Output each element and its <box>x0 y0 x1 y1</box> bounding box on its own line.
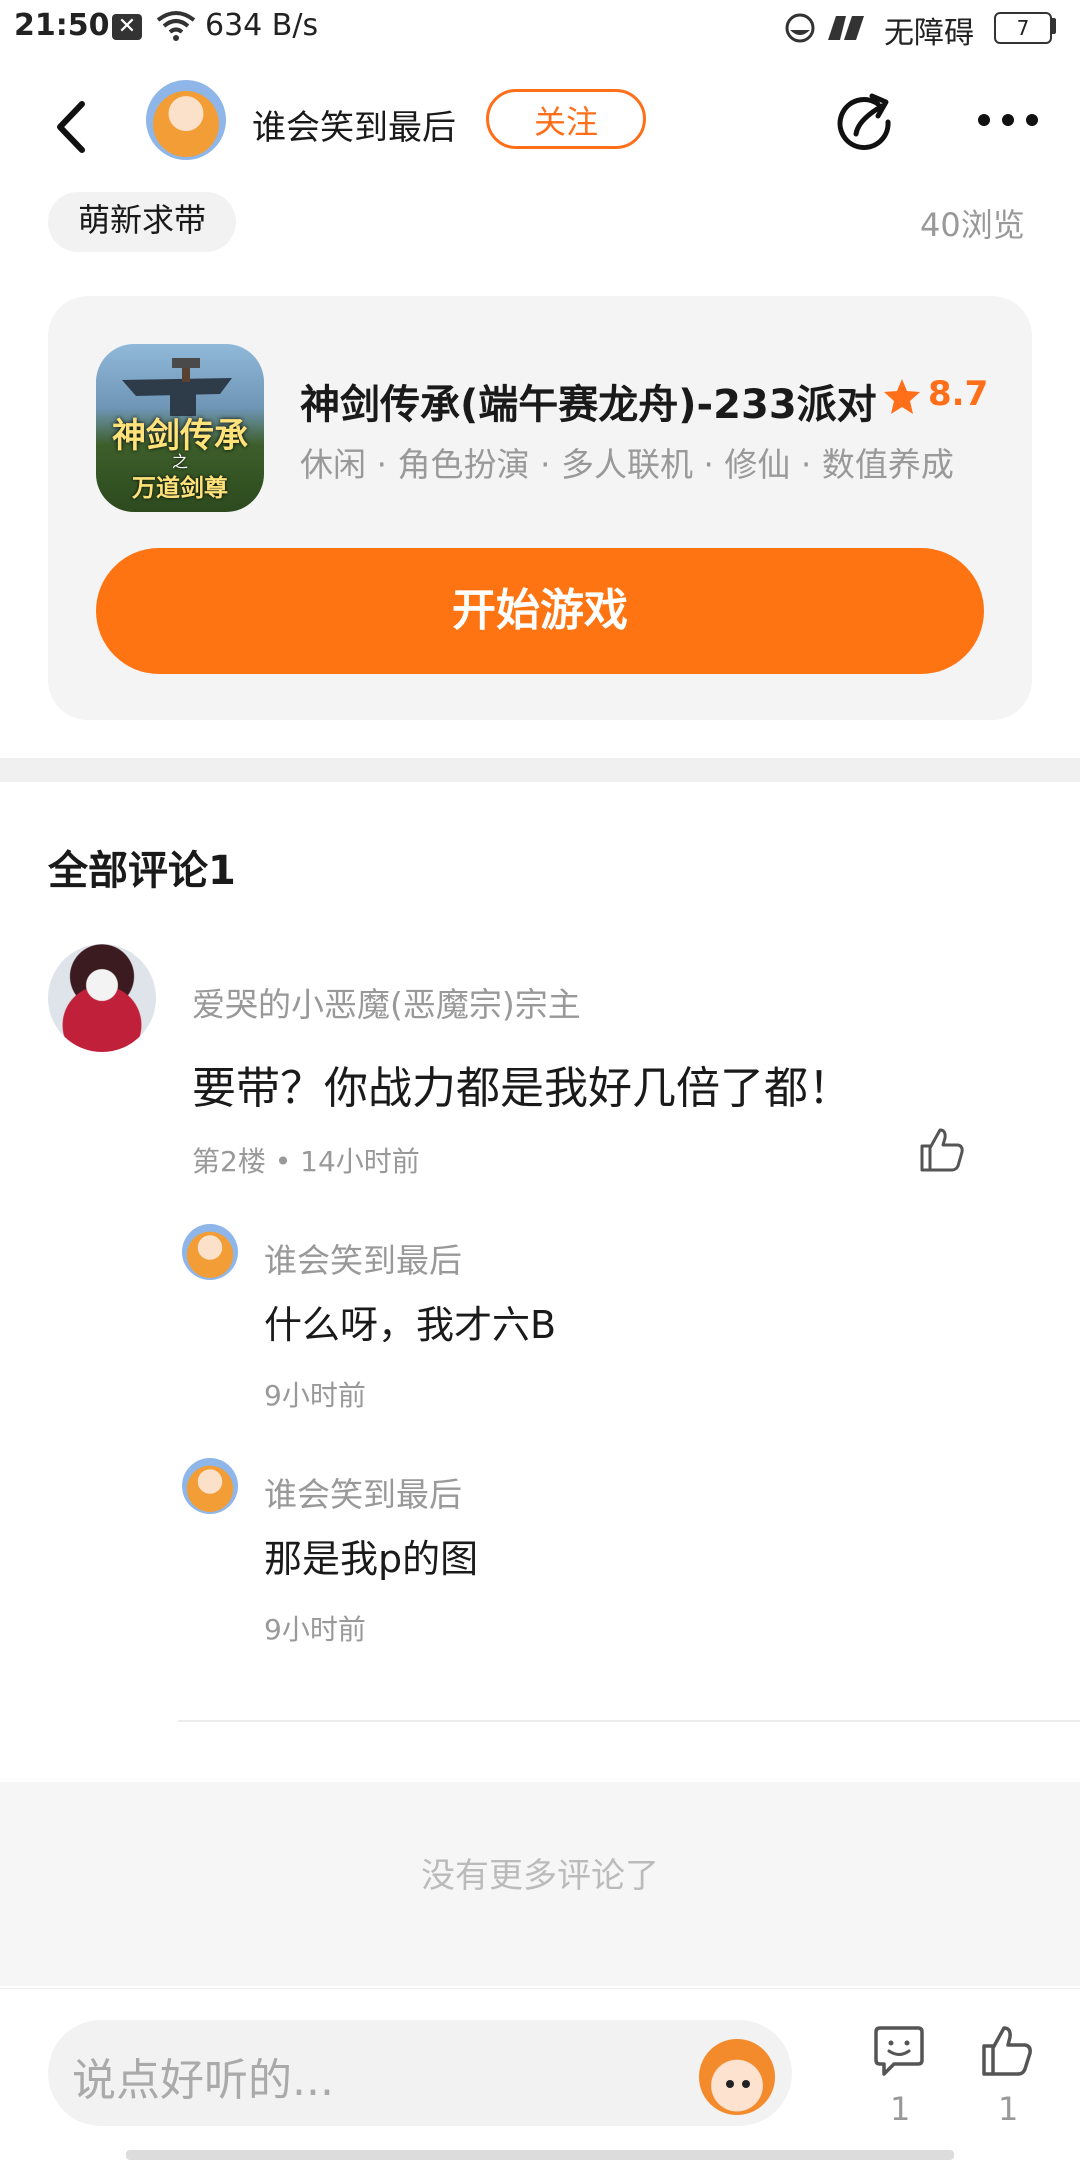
reply-text[interactable]: 什么呀，我才六B <box>264 1294 556 1349</box>
game-tags: 休闲 · 角色扮演 · 多人联机 · 修仙 · 数值养成 <box>300 445 954 484</box>
replies-divider <box>178 1720 1080 1722</box>
share-icon[interactable] <box>834 92 896 154</box>
status-bar: 21:50 ✕ 634 B/s 无障碍 7 <box>0 0 1080 56</box>
post-tag[interactable]: 萌新求带 <box>48 192 236 252</box>
like-count: 1 <box>998 2090 1019 2128</box>
section-divider <box>0 758 1080 782</box>
star-icon <box>884 379 920 414</box>
sim-off-icon: ✕ <box>112 14 142 40</box>
game-icon[interactable]: 神剑传承 之 万道剑尊 <box>96 344 264 512</box>
battery-tip <box>1050 18 1056 34</box>
game-title[interactable]: 神剑传承(端午赛龙舟)-233派对 <box>300 372 877 430</box>
back-arrow-icon[interactable] <box>52 100 92 154</box>
reply-time: 9小时前 <box>264 1379 366 1412</box>
commenter-avatar[interactable] <box>48 944 156 1052</box>
battery-icon: 7 <box>994 12 1052 44</box>
network-speed: 634 B/s <box>205 8 319 43</box>
emoji-sticker-icon[interactable] <box>694 2034 780 2120</box>
reply-avatar[interactable] <box>182 1458 238 1514</box>
game-rating: 8.7 <box>928 374 989 414</box>
author-avatar[interactable] <box>146 80 226 160</box>
reply-avatar[interactable] <box>182 1224 238 1280</box>
wifi-icon <box>156 11 196 41</box>
reply-name[interactable]: 谁会笑到最后 <box>264 1234 462 1282</box>
more-options-icon[interactable] <box>976 108 1040 132</box>
home-indicator[interactable] <box>126 2150 954 2160</box>
comment-count: 1 <box>890 2090 911 2128</box>
like-icon[interactable] <box>980 2024 1034 2078</box>
comment-text[interactable]: 要带？你战力都是我好几倍了都！ <box>192 1052 852 1116</box>
author-name[interactable]: 谁会笑到最后 <box>252 100 456 149</box>
commenter-name[interactable]: 爱哭的小恶魔(恶魔宗)宗主 <box>192 978 581 1026</box>
reply-time: 9小时前 <box>264 1613 366 1646</box>
follow-button[interactable]: 关注 <box>486 89 646 149</box>
reply-text[interactable]: 那是我p的图 <box>264 1528 478 1583</box>
comments-heading: 全部评论1 <box>48 848 236 894</box>
accessibility-label: 无障碍 <box>884 16 974 51</box>
view-count: 40浏览 <box>920 206 1025 244</box>
comment-bubble-icon[interactable] <box>872 2024 926 2078</box>
no-more-comments: 没有更多评论了 <box>421 1856 659 1896</box>
thumbs-up-icon[interactable] <box>918 1126 966 1174</box>
start-game-button[interactable]: 开始游戏 <box>96 548 984 674</box>
status-app-icons <box>785 13 864 43</box>
status-time: 21:50 <box>14 8 110 43</box>
comment-input-placeholder[interactable]: 说点好听的... <box>72 2044 334 2108</box>
game-icon-sub2: 万道剑尊 <box>132 474 228 502</box>
comment-meta: 第2楼 • 14小时前 <box>192 1145 420 1178</box>
reply-name[interactable]: 谁会笑到最后 <box>264 1468 462 1516</box>
